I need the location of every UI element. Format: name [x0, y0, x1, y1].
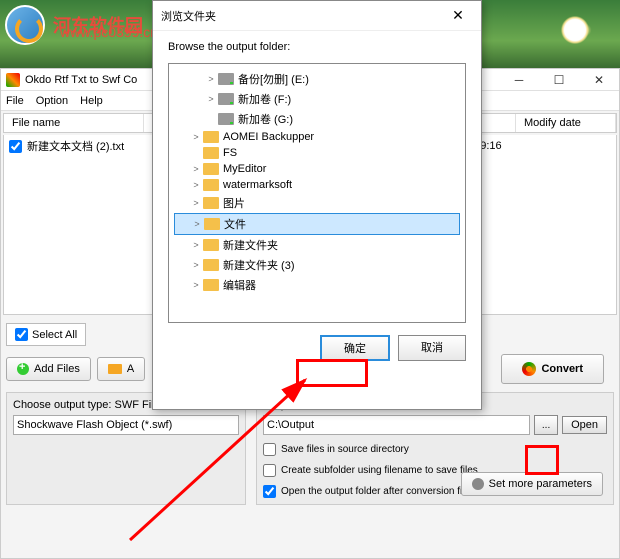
convert-icon: [522, 362, 536, 376]
tree-item-label: FS: [223, 147, 237, 159]
folder-icon: [203, 259, 219, 271]
dialog-close-button[interactable]: ✕: [443, 1, 473, 31]
tree-item-label: 备份[勿删] (E:): [238, 71, 309, 87]
tree-item-label: 图片: [223, 195, 245, 211]
col-filename[interactable]: File name: [4, 114, 144, 132]
browse-dialog: 浏览文件夹 ✕ Browse the output folder: > 备份[勿删…: [152, 0, 482, 410]
tree-item[interactable]: > AOMEI Backupper: [174, 129, 460, 145]
add-files-label: Add Files: [34, 363, 80, 375]
folder-icon: [203, 239, 219, 251]
tree-item-label: 新建文件夹 (3): [223, 257, 295, 273]
col-modify[interactable]: Modify date: [516, 114, 616, 132]
save-source-checkbox[interactable]: [263, 443, 276, 456]
chevron-icon: >: [189, 180, 203, 190]
output-type-input[interactable]: [13, 415, 239, 435]
drive-icon: [218, 93, 234, 105]
app-title: Okdo Rtf Txt to Swf Co: [25, 74, 137, 86]
chevron-icon: >: [189, 164, 203, 174]
tree-item[interactable]: > 新加卷 (F:): [174, 89, 460, 109]
dialog-label: Browse the output folder:: [168, 41, 466, 53]
select-all[interactable]: Select All: [6, 323, 86, 346]
folder-tree[interactable]: > 备份[勿删] (E:) > 新加卷 (F:) 新加卷 (G:) > AOMEI Back…: [168, 63, 466, 323]
tree-item[interactable]: > watermarksoft: [174, 177, 460, 193]
folder-icon: [203, 197, 219, 209]
add-folder-label: A: [127, 363, 134, 375]
chevron-icon: >: [190, 219, 204, 229]
add-files-button[interactable]: Add Files: [6, 357, 91, 381]
gear-icon: [472, 478, 484, 490]
tree-item[interactable]: > 新建文件夹: [174, 235, 460, 255]
chevron-icon: >: [189, 280, 203, 290]
chevron-icon: >: [189, 198, 203, 208]
tree-item-label: 文件: [224, 216, 246, 232]
tree-item[interactable]: > 文件: [174, 213, 460, 235]
tree-item[interactable]: 新加卷 (G:): [174, 109, 460, 129]
open-after-checkbox[interactable]: [263, 485, 276, 498]
menu-option[interactable]: Option: [36, 95, 68, 107]
folder-icon: [203, 147, 219, 159]
tree-item[interactable]: > 备份[勿删] (E:): [174, 69, 460, 89]
folder-icon: [203, 279, 219, 291]
tree-item[interactable]: > 编辑器: [174, 275, 460, 295]
convert-label: Convert: [541, 363, 583, 375]
site-url: www.pc0359.cn: [60, 24, 158, 40]
menu-file[interactable]: File: [6, 95, 24, 107]
browse-button[interactable]: ...: [534, 415, 558, 435]
open-button[interactable]: Open: [562, 416, 607, 434]
folder-icon: [204, 218, 220, 230]
tree-item-label: watermarksoft: [223, 179, 292, 191]
tree-item-label: 编辑器: [223, 277, 256, 293]
app-icon: [6, 73, 20, 87]
convert-button[interactable]: Convert: [501, 354, 604, 384]
tree-item-label: 新加卷 (F:): [238, 91, 291, 107]
more-parameters-button[interactable]: Set more parameters: [461, 472, 603, 496]
tree-item-label: 新建文件夹: [223, 237, 278, 253]
create-subfolder-checkbox[interactable]: [263, 464, 276, 477]
tree-item-label: AOMEI Backupper: [223, 131, 314, 143]
select-all-label: Select All: [32, 329, 77, 341]
dialog-titlebar: 浏览文件夹 ✕: [153, 1, 481, 31]
chevron-icon: >: [204, 74, 218, 84]
tree-item-label: MyEditor: [223, 163, 266, 175]
add-folder-button[interactable]: A: [97, 357, 145, 381]
file-checkbox[interactable]: [9, 140, 22, 153]
tree-item[interactable]: FS: [174, 145, 460, 161]
maximize-button[interactable]: ☐: [539, 69, 579, 91]
chevron-icon: >: [189, 260, 203, 270]
dialog-title: 浏览文件夹: [161, 8, 216, 24]
drive-icon: [218, 73, 234, 85]
output-folder-input[interactable]: [263, 415, 530, 435]
tree-item[interactable]: > 图片: [174, 193, 460, 213]
folder-icon: [108, 364, 122, 374]
tree-item[interactable]: > 新建文件夹 (3): [174, 255, 460, 275]
menu-help[interactable]: Help: [80, 95, 103, 107]
plus-icon: [17, 363, 29, 375]
drive-icon: [218, 113, 234, 125]
chevron-icon: >: [204, 94, 218, 104]
folder-icon: [203, 131, 219, 143]
select-all-checkbox[interactable]: [15, 328, 28, 341]
tree-item-label: 新加卷 (G:): [238, 111, 293, 127]
tree-item[interactable]: > MyEditor: [174, 161, 460, 177]
chevron-icon: >: [189, 240, 203, 250]
logo-icon: [5, 5, 45, 45]
minimize-button[interactable]: ─: [499, 69, 539, 91]
ok-button[interactable]: 确定: [320, 335, 390, 361]
folder-icon: [203, 179, 219, 191]
save-source-option[interactable]: Save files in source directory: [263, 443, 607, 456]
cancel-button[interactable]: 取消: [398, 335, 466, 361]
folder-icon: [203, 163, 219, 175]
close-button[interactable]: ✕: [579, 69, 619, 91]
chevron-icon: >: [189, 132, 203, 142]
